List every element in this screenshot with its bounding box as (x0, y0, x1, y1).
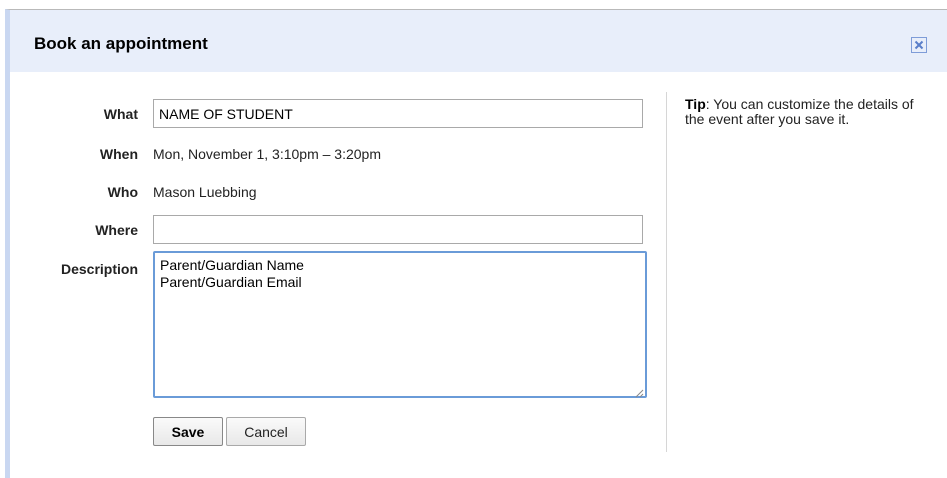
cancel-button[interactable]: Cancel (226, 417, 306, 446)
what-input[interactable] (153, 99, 643, 128)
dialog-titlebar: Book an appointment (10, 10, 947, 72)
tip-body: : You can customize the details of the e… (685, 96, 914, 127)
vertical-divider (666, 92, 667, 452)
close-icon (912, 38, 926, 52)
book-appointment-dialog: Book an appointment What When Who Where … (5, 9, 947, 478)
where-input[interactable] (153, 215, 643, 244)
what-label: What (103, 106, 138, 122)
close-button[interactable] (911, 37, 927, 53)
save-button[interactable]: Save (153, 417, 223, 446)
when-value: Mon, November 1, 3:10pm – 3:20pm (153, 146, 382, 162)
when-label: When (99, 146, 138, 162)
tip-text: Tip: You can customize the details of th… (685, 97, 925, 127)
who-label: Who (107, 184, 138, 200)
who-value: Mason Luebbing (153, 184, 257, 200)
description-textarea[interactable] (153, 251, 647, 398)
description-label: Description (60, 261, 138, 277)
dialog-title: Book an appointment (34, 34, 208, 53)
where-label: Where (95, 222, 138, 238)
tip-title: Tip (685, 96, 706, 112)
resize-handle-icon[interactable] (634, 385, 644, 398)
